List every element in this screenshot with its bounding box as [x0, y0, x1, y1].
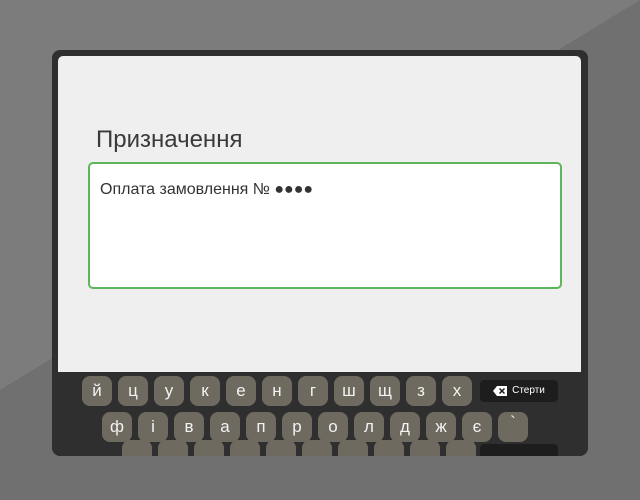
purpose-text-field[interactable]: Оплата замовлення № ●●●● [88, 162, 562, 289]
text-cursor [313, 178, 314, 194]
key-row3-4[interactable] [230, 440, 260, 456]
key-у[interactable]: у [154, 376, 184, 406]
key-щ[interactable]: щ [370, 376, 400, 406]
key-а[interactable]: а [210, 412, 240, 442]
key-є[interactable]: є [462, 412, 492, 442]
key-row3-10[interactable] [446, 440, 476, 456]
key-row3-5[interactable] [266, 440, 296, 456]
key-row3-3[interactable] [194, 440, 224, 456]
key-з[interactable]: з [406, 376, 436, 406]
key-х[interactable]: х [442, 376, 472, 406]
key-ж[interactable]: ж [426, 412, 456, 442]
key-і[interactable]: і [138, 412, 168, 442]
field-label: Призначення [96, 126, 243, 153]
key-н[interactable]: н [262, 376, 292, 406]
key-о[interactable]: о [318, 412, 348, 442]
key-ф[interactable]: ф [102, 412, 132, 442]
key-row3-2[interactable] [158, 440, 188, 456]
key-row3-8[interactable] [374, 440, 404, 456]
purpose-text-value: Оплата замовлення № ●●●● [100, 181, 314, 198]
key-к[interactable]: к [190, 376, 220, 406]
key-ц[interactable]: ц [118, 376, 148, 406]
erase-button-label: Стерти [512, 385, 545, 396]
screen: Призначення Оплата замовлення № ●●●● [58, 56, 581, 372]
erase-button[interactable]: Стерти [480, 380, 558, 402]
key-grave[interactable]: ` [498, 412, 528, 442]
key-row3-6[interactable] [302, 440, 332, 456]
key-row3-7[interactable] [338, 440, 368, 456]
key-е[interactable]: е [226, 376, 256, 406]
key-ш[interactable]: ш [334, 376, 364, 406]
key-г[interactable]: г [298, 376, 328, 406]
key-row3-9[interactable] [410, 440, 440, 456]
key-в[interactable]: в [174, 412, 204, 442]
key-п[interactable]: п [246, 412, 276, 442]
backspace-icon [493, 386, 508, 396]
on-screen-keyboard: й ц у к е н г ш щ з х Стерти ф і в а п р… [58, 372, 581, 456]
key-row3-action[interactable] [480, 444, 558, 456]
key-р[interactable]: р [282, 412, 312, 442]
device-frame: Призначення Оплата замовлення № ●●●● й ц… [52, 50, 588, 456]
key-й[interactable]: й [82, 376, 112, 406]
key-row3-1[interactable] [122, 440, 152, 456]
key-л[interactable]: л [354, 412, 384, 442]
key-д[interactable]: д [390, 412, 420, 442]
